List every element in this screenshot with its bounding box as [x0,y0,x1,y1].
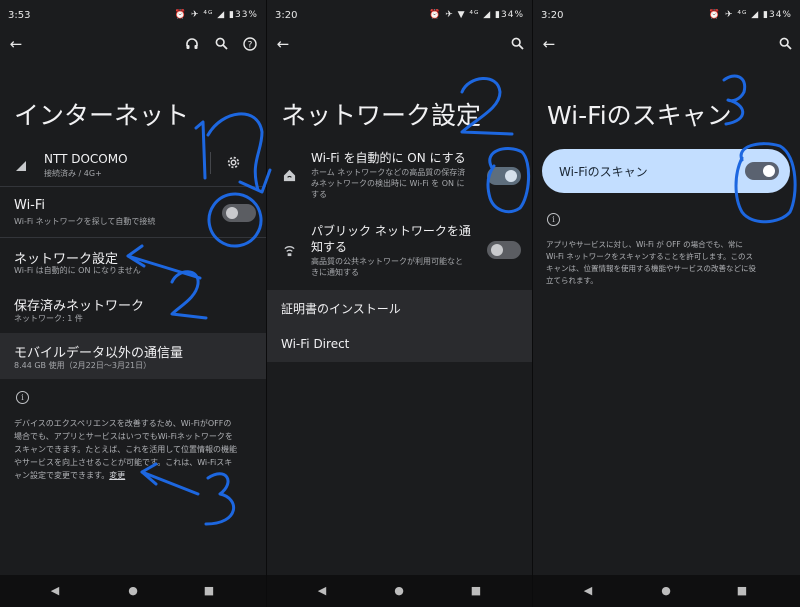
info-icon: i [547,213,560,226]
wifi-scan-label: Wi-Fiのスキャン [559,165,648,179]
nav-recents-icon[interactable]: ■ [734,583,750,599]
auto-wifi-subtitle: ホーム ネットワークなどの高品質の保存済 みネットワークの検出時に Wi-Fi … [311,168,466,199]
public-notify-title: パブリック ネットワークを通 知する [311,224,471,254]
signal-icon [16,156,26,175]
back-arrow-icon[interactable]: ← [4,32,28,56]
headset-icon[interactable] [180,32,204,56]
nav-home-icon[interactable]: ● [391,583,407,599]
toolbar: ← ? [0,32,266,60]
change-link[interactable]: 変更 [109,471,125,480]
nav-back-icon[interactable]: ◀ [47,583,63,599]
carrier-name: NTT DOCOMO [44,152,128,166]
back-arrow-icon[interactable]: ← [271,32,295,56]
wifi-subtitle: Wi-Fi ネットワークを探して自動で接続 [14,217,156,226]
wifi-title: Wi-Fi [14,198,46,213]
navigation-bar: ◀ ● ■ [533,575,800,607]
auto-wifi-title: Wi-Fi を自動的に ON にする [311,151,466,165]
public-notify-toggle[interactable] [487,241,521,259]
carrier-row[interactable]: NTT DOCOMO 接続済み / 4G+ [0,146,266,186]
navigation-bar: ◀ ● ■ [0,575,266,607]
info-line: デバイスのエクスペリエンスを改善するため、Wi-FiがOFFの [14,419,232,428]
status-icons: ⏰ ✈ ▼ ⁴ᴳ ◢ ▮34% [429,10,524,20]
saved-networks-row[interactable]: 保存済みネットワーク ネットワーク: 1 件 [0,289,266,331]
status-bar: 3:53 ⏰ ✈ ⁴ᴳ ◢ ▮33% [0,0,266,30]
status-bar: 3:20 ⏰ ✈ ⁴ᴳ ◢ ▮34% [533,0,800,30]
status-time: 3:53 [8,10,31,21]
status-time: 3:20 [275,10,298,21]
info-line: 場合でも、アプリとサービスはいつでもWi-Fiネットワークを [14,432,233,441]
info-line: ャン設定で変更できます。変更 [14,471,126,480]
public-network-notify-row[interactable]: パブリック ネットワークを通 知する 高品質の公共ネットワークが利用可能なと き… [267,220,532,284]
wifi-direct-item[interactable]: Wi-Fi Direct [281,337,349,351]
info-icon: i [16,391,29,404]
divider [210,152,211,174]
carrier-status: 接続済み / 4G+ [44,169,102,178]
search-icon[interactable] [773,32,797,56]
advanced-options-group: 証明書のインストール Wi-Fi Direct [267,290,532,362]
info-line: やサービスを向上させることが可能です。これは、Wi-Fiスキ [14,458,233,467]
auto-wifi-toggle[interactable] [487,167,521,185]
wifi-scan-toggle[interactable] [745,162,779,180]
help-icon[interactable]: ? [238,32,262,56]
separator [0,186,266,187]
gear-icon[interactable] [226,155,241,174]
nav-back-icon[interactable]: ◀ [580,583,596,599]
toolbar: ← [267,32,532,60]
wifi-scan-info-text: デバイスのエクスペリエンスを改善するため、Wi-FiがOFFの 場合でも、アプリ… [14,417,262,482]
data-usage-subtitle: 8.44 GB 使用（2月22日～3月21日） [14,361,152,370]
back-arrow-icon[interactable]: ← [537,32,561,56]
status-icons: ⏰ ✈ ⁴ᴳ ◢ ▮34% [708,10,792,20]
separator [0,237,266,238]
info-line: スキャンできます。たとえば、これを活用して位置情報の機能 [14,445,237,454]
wifi-toggle[interactable] [222,204,256,222]
data-usage-title: モバイルデータ以外の通信量 [14,346,184,361]
network-settings-screen: 3:20 ⏰ ✈ ▼ ⁴ᴳ ◢ ▮34% ← ネットワーク設定 Wi-Fi を自… [267,0,532,607]
non-mobile-data-usage-row[interactable]: モバイルデータ以外の通信量 8.44 GB 使用（2月22日～3月21日） [0,333,266,379]
wifi-scan-switch-bar[interactable]: Wi-Fiのスキャン [542,149,790,193]
search-icon[interactable] [209,32,233,56]
internet-settings-screen: 3:53 ⏰ ✈ ⁴ᴳ ◢ ▮33% ← ? インターネット NTT DOCOM… [0,0,266,607]
auto-wifi-row[interactable]: Wi-Fi を自動的に ON にする ホーム ネットワークなどの高品質の保存済 … [267,145,532,207]
status-bar: 3:20 ⏰ ✈ ▼ ⁴ᴳ ◢ ▮34% [267,0,532,30]
page-title: Wi-Fiのスキャン [547,101,732,130]
wifi-notification-icon [283,242,296,261]
wifi-row[interactable]: Wi-Fi Wi-Fi ネットワークを探して自動で接続 [0,192,266,236]
nav-home-icon[interactable]: ● [125,583,141,599]
nav-back-icon[interactable]: ◀ [314,583,330,599]
nav-home-icon[interactable]: ● [658,583,674,599]
search-icon[interactable] [505,32,529,56]
wifi-scanning-screen: 3:20 ⏰ ✈ ⁴ᴳ ◢ ▮34% ← Wi-Fiのスキャン Wi-Fiのスキ… [533,0,800,607]
install-certificate-item[interactable]: 証明書のインストール [281,300,401,317]
nav-recents-icon[interactable]: ■ [468,583,484,599]
saved-networks-title: 保存済みネットワーク [14,299,145,314]
home-wifi-icon [283,167,296,186]
page-title: ネットワーク設定 [281,101,482,130]
svg-text:?: ? [248,41,253,51]
page-title: インターネット [14,101,190,130]
status-time: 3:20 [541,10,564,21]
status-icons: ⏰ ✈ ⁴ᴳ ◢ ▮33% [174,10,258,20]
toolbar: ← [533,32,800,60]
saved-networks-subtitle: ネットワーク: 1 件 [14,314,83,323]
nav-recents-icon[interactable]: ■ [201,583,217,599]
public-notify-subtitle: 高品質の公共ネットワークが利用可能なと きに通知する [311,257,463,277]
wifi-scan-description: アプリやサービスに対し、Wi-Fi が OFF の場合でも、常に Wi-Fi ネ… [546,240,756,285]
network-settings-row[interactable]: ネットワーク設定 Wi-Fi は自動的に ON になりません [0,242,266,284]
network-settings-subtitle: Wi-Fi は自動的に ON になりません [14,266,141,275]
navigation-bar: ◀ ● ■ [267,575,532,607]
